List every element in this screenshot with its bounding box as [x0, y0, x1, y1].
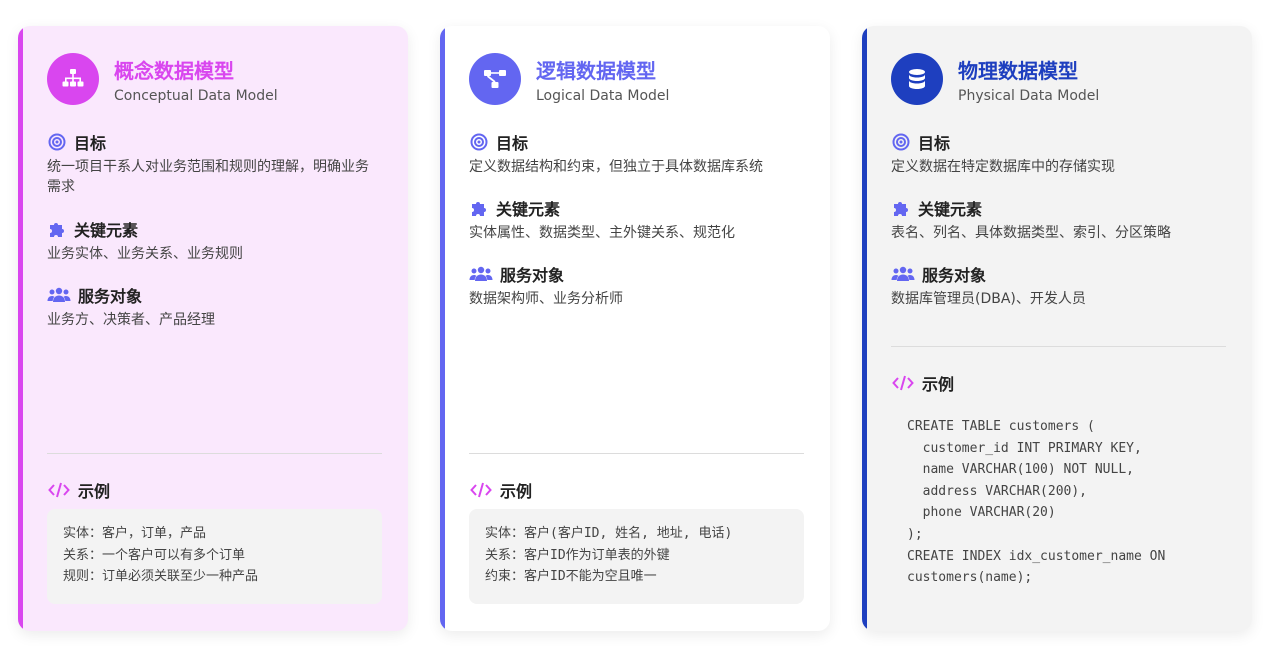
code-icon	[891, 373, 915, 393]
card-title: 物理数据模型	[958, 59, 1078, 83]
goal-heading: 目标	[47, 130, 106, 154]
audience-label: 服务对象	[922, 266, 987, 285]
example-box: 实体：客户，订单，产品关系：一个客户可以有多个订单 规则：订单必须关联至少一种产品	[47, 509, 382, 604]
conceptual-model-card: 概念数据模型 Conceptual Data Model 目标 统一项目干系人对…	[18, 26, 408, 631]
audience-text: 数据库管理员(DBA)、开发人员	[891, 291, 1086, 307]
example-line: 关系：客户ID作为订单表的外键	[485, 547, 670, 563]
project-diagram-icon	[469, 53, 521, 105]
code-icon	[469, 480, 493, 500]
sitemap-icon	[47, 53, 99, 105]
goal-text: 定义数据结构和约束，但独立于具体数据库系统	[469, 159, 763, 175]
card-header: 逻辑数据模型 Logical Data Model	[469, 53, 809, 105]
database-icon	[891, 53, 943, 105]
code-line: name VARCHAR(100) NOT NULL,	[907, 462, 1134, 478]
bullseye-icon	[891, 132, 911, 152]
elements-label: 关键元素	[918, 200, 983, 219]
example-label: 示例	[500, 482, 533, 501]
audience-label: 服务对象	[500, 266, 565, 285]
example-box: 实体：客户(客户ID, 姓名, 地址, 电话) 关系：客户ID作为订单表的外键 约束…	[469, 509, 804, 604]
card-subtitle: Physical Data Model	[958, 88, 1100, 104]
card-header: 物理数据模型 Physical Data Model	[891, 53, 1231, 105]
code-line: customer_id INT PRIMARY KEY,	[907, 440, 1142, 456]
physical-model-card: 物理数据模型 Physical Data Model 目标 定义数据在特定数据库…	[862, 26, 1252, 631]
code-line: );	[907, 526, 923, 542]
example-line: 关系：一个客户可以有多个订单	[63, 547, 246, 563]
elements-text: 实体属性、数据类型、主外键关系、规范化	[469, 225, 735, 241]
example-line: 实体：客户(客户ID, 姓名, 地址, 电话)	[485, 526, 733, 541]
example-label: 示例	[922, 375, 955, 394]
divider	[891, 346, 1226, 347]
elements-heading: 关键元素	[469, 196, 560, 220]
card-accent-bar	[18, 26, 23, 631]
elements-heading: 关键元素	[47, 217, 138, 241]
card-title: 概念数据模型	[114, 59, 234, 83]
code-line: address VARCHAR(200),	[907, 483, 1088, 499]
card-accent-bar	[862, 26, 867, 631]
example-line: 规则：订单必须关联至少一种产品	[63, 569, 259, 585]
code-line: phone VARCHAR(20)	[907, 505, 1056, 521]
example-heading: 示例	[891, 371, 954, 395]
elements-text: 业务实体、业务关系、业务规则	[47, 246, 243, 262]
card-subtitle: Logical Data Model	[536, 88, 670, 104]
elements-label: 关键元素	[496, 200, 561, 219]
audience-heading: 服务对象	[47, 283, 142, 307]
audience-text: 数据架构师、业务分析师	[469, 291, 623, 307]
code-line: CREATE INDEX idx_customer_name ON	[907, 548, 1166, 564]
users-icon	[47, 285, 71, 305]
card-title: 逻辑数据模型	[536, 59, 656, 83]
users-icon	[891, 264, 915, 284]
bullseye-icon	[47, 132, 67, 152]
divider	[47, 453, 382, 454]
example-line: 实体：客户，订单，产品	[63, 526, 207, 541]
example-code-block: CREATE TABLE customers ( customer_id INT…	[891, 402, 1226, 602]
goal-label: 目标	[918, 134, 951, 153]
goal-label: 目标	[496, 134, 529, 153]
audience-label: 服务对象	[78, 287, 143, 306]
puzzle-icon	[469, 198, 489, 218]
audience-heading: 服务对象	[469, 262, 564, 286]
puzzle-icon	[47, 219, 67, 239]
card-subtitle: Conceptual Data Model	[114, 88, 278, 104]
elements-label: 关键元素	[74, 221, 139, 240]
bullseye-icon	[469, 132, 489, 152]
example-label: 示例	[78, 482, 111, 501]
goal-heading: 目标	[469, 130, 528, 154]
code-icon	[47, 480, 71, 500]
example-heading: 示例	[47, 478, 110, 502]
audience-text: 业务方、决策者、产品经理	[47, 312, 215, 328]
divider	[469, 453, 804, 454]
goal-text: 统一项目干系人对业务范围和规则的理解，明确业务需求	[47, 159, 369, 195]
goal-text: 定义数据在特定数据库中的存储实现	[891, 159, 1115, 175]
example-line: 约束：客户ID不能为空且唯一	[485, 569, 657, 585]
card-header: 概念数据模型 Conceptual Data Model	[47, 53, 387, 105]
goal-label: 目标	[74, 134, 107, 153]
code-line: customers(name);	[907, 570, 1033, 586]
puzzle-icon	[891, 198, 911, 218]
example-heading: 示例	[469, 478, 532, 502]
goal-heading: 目标	[891, 130, 950, 154]
elements-heading: 关键元素	[891, 196, 982, 220]
code-line: CREATE TABLE customers (	[907, 419, 1095, 434]
audience-heading: 服务对象	[891, 262, 986, 286]
users-icon	[469, 264, 493, 284]
logical-model-card: 逻辑数据模型 Logical Data Model 目标 定义数据结构和约束，但…	[440, 26, 830, 631]
elements-text: 表名、列名、具体数据类型、索引、分区策略	[891, 225, 1171, 241]
card-accent-bar	[440, 26, 445, 631]
